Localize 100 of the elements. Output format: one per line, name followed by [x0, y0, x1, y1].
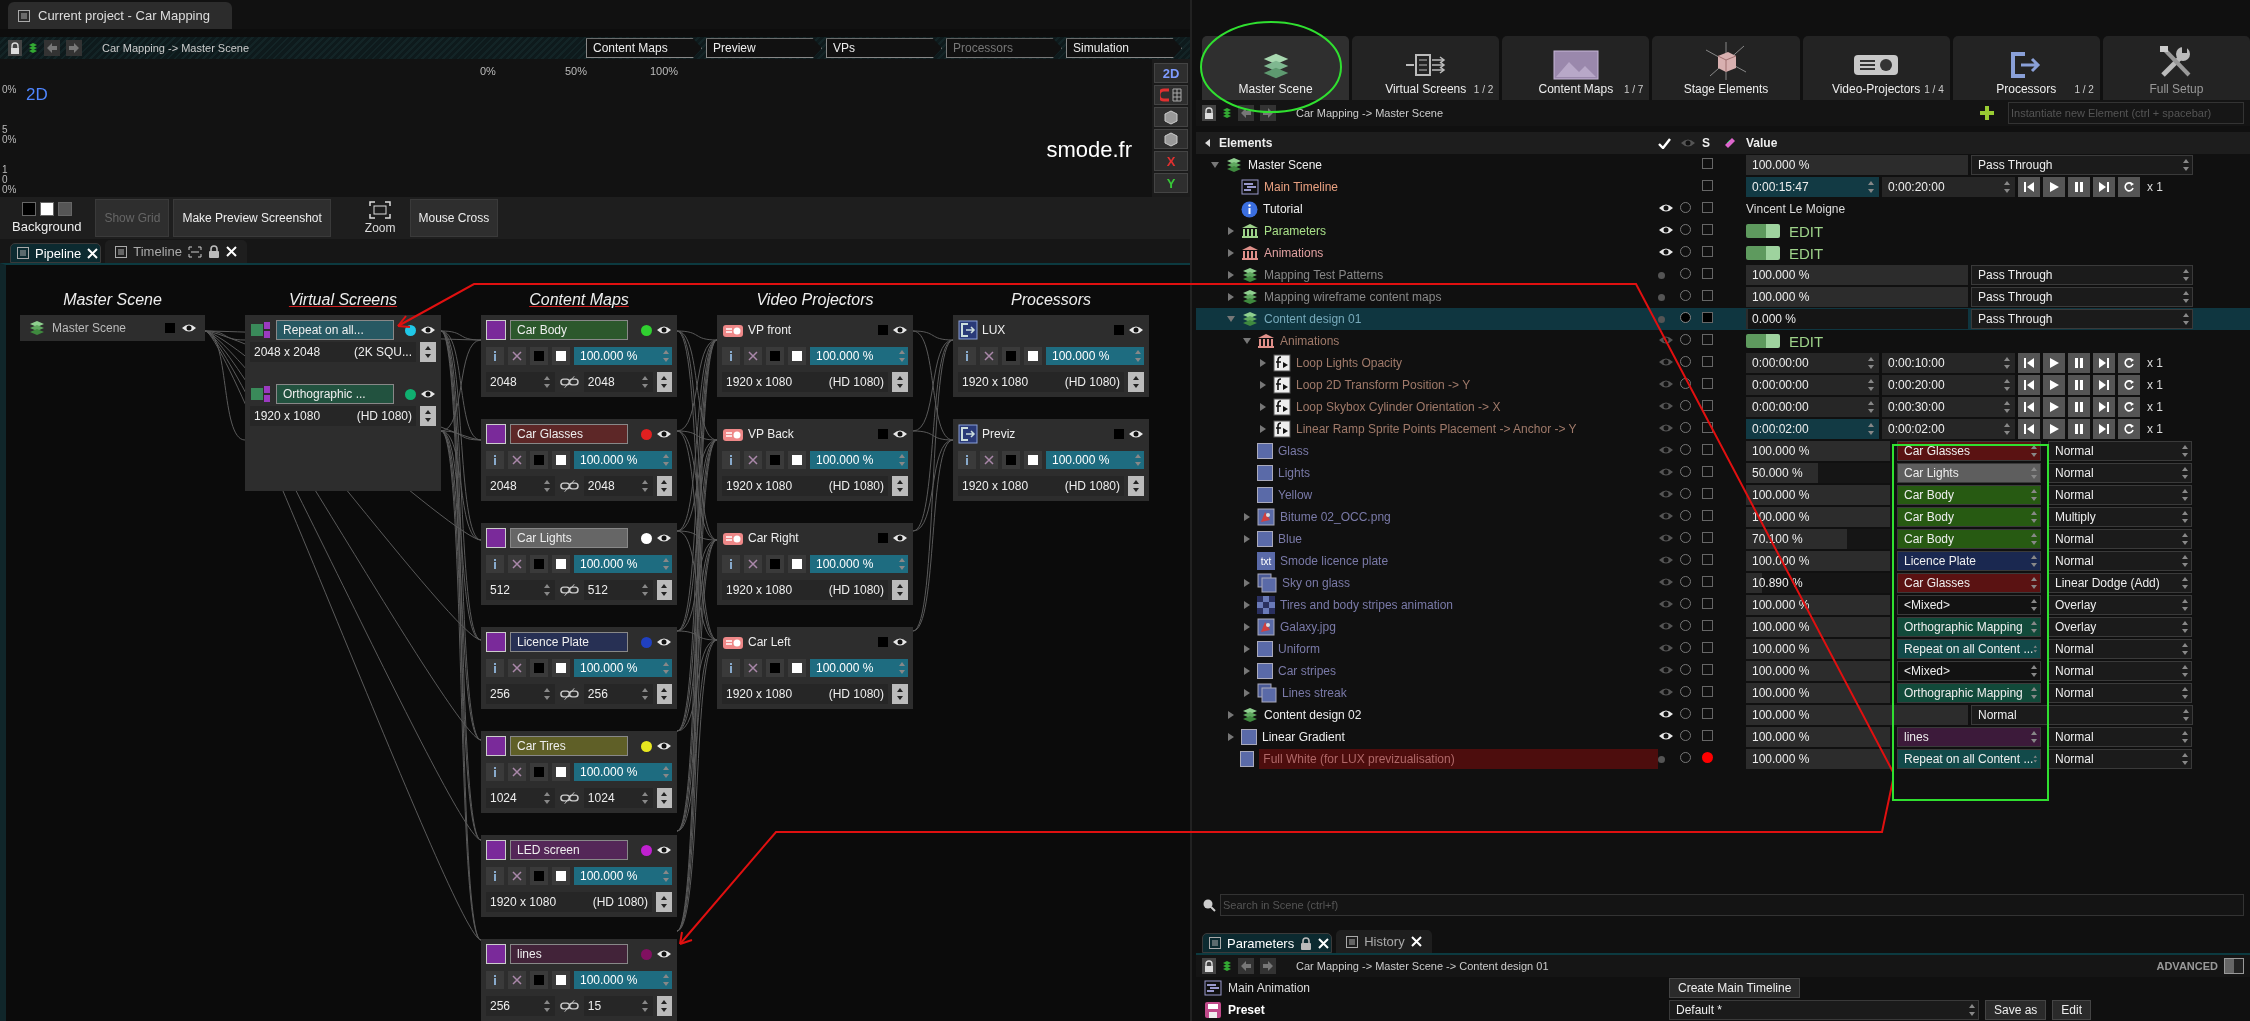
color-swatch[interactable]	[1002, 451, 1020, 469]
opacity-field[interactable]: 100.000 %	[574, 451, 672, 469]
skip-back-button[interactable]	[2018, 419, 2040, 439]
color-tag-box[interactable]	[1702, 246, 1713, 257]
dropdown-button[interactable]	[656, 476, 672, 496]
color-tag-box[interactable]	[1702, 642, 1713, 653]
eye-icon[interactable]	[892, 325, 908, 335]
lock-icon[interactable]	[8, 40, 22, 57]
node-title[interactable]: LED screen	[510, 840, 628, 860]
node-title[interactable]: Licence Plate	[510, 632, 628, 652]
blend-mode-dropdown[interactable]: Normal	[2048, 661, 2192, 681]
color-swatch[interactable]	[788, 659, 806, 677]
amount-slider[interactable]: 100.000 %	[1746, 287, 1968, 307]
expand-arrow-icon[interactable]	[1242, 578, 1252, 588]
processor-node[interactable]: LUX 100.000 % 1920 x 1080 (HD 1080)	[953, 315, 1149, 397]
skip-back-button[interactable]	[2018, 375, 2040, 395]
instantiate-field[interactable]: Instantiate new Element (ctrl + spacebar)	[2008, 102, 2244, 124]
width-field[interactable]: 256	[486, 996, 555, 1016]
element-name[interactable]: Lines streak	[1282, 686, 1347, 700]
collapse-arrow-icon[interactable]	[1242, 336, 1252, 346]
spinner-icon[interactable]	[2181, 620, 2189, 634]
element-name[interactable]: Content design 02	[1264, 708, 1362, 722]
advanced-toggle[interactable]	[2224, 958, 2244, 974]
map-dropdown[interactable]: Car Lights	[1897, 463, 2041, 483]
eye-icon[interactable]	[1658, 247, 1674, 257]
color-swatch[interactable]	[766, 555, 784, 573]
toggle-switch[interactable]	[1746, 246, 1780, 260]
amount-slider[interactable]: 100.000 %	[1746, 661, 1890, 681]
spinner-icon[interactable]	[542, 999, 551, 1013]
element-name[interactable]: Linear Gradient	[1262, 730, 1345, 744]
color-swatch[interactable]	[788, 555, 806, 573]
color-tag-box[interactable]	[1702, 686, 1713, 697]
edit-button[interactable]: EDIT	[1789, 244, 1824, 262]
element-name[interactable]: Main Timeline	[1264, 180, 1339, 194]
magnet-button[interactable]	[1154, 85, 1188, 106]
start-time-field[interactable]: 0:00:00:00	[1746, 375, 1879, 395]
color-swatch[interactable]	[788, 451, 806, 469]
map-dropdown[interactable]: Repeat on all Content ...	[1897, 639, 2041, 659]
element-name[interactable]: Mapping wireframe content maps	[1264, 290, 1442, 304]
amount-slider[interactable]: 100.000 %	[1746, 749, 1890, 769]
element-name[interactable]: Car stripes	[1278, 664, 1336, 678]
color-tag-box[interactable]	[1702, 356, 1713, 367]
close-icon[interactable]	[225, 246, 237, 257]
scene-tab[interactable]: Full Setup	[2102, 36, 2250, 100]
cube-button[interactable]	[1154, 107, 1188, 128]
amount-slider[interactable]: 100.000 %	[1746, 639, 1890, 659]
opacity-field[interactable]: 100.000 %	[574, 971, 672, 989]
content-map-node[interactable]: Car Glasses 100.000 % 2048 2048	[481, 419, 677, 501]
skip-forward-button[interactable]	[2093, 397, 2115, 417]
blend-mode-dropdown[interactable]: Normal	[2048, 485, 2192, 505]
spinner-icon[interactable]	[2003, 400, 2011, 414]
play-button[interactable]	[2043, 353, 2065, 373]
workflow-step[interactable]: VPs	[826, 38, 942, 59]
element-name[interactable]: Mapping Test Patterns	[1264, 268, 1384, 282]
expand-arrow-icon[interactable]	[1258, 380, 1268, 390]
resolution-field[interactable]: 1920 x 1080 (HD 1080)	[722, 476, 888, 496]
expand-arrow-icon[interactable]	[1242, 622, 1252, 632]
pause-button[interactable]	[2068, 419, 2090, 439]
resolution-field[interactable]: 1920 x 1080 (HD 1080)	[722, 684, 888, 704]
color-tag-box[interactable]	[1702, 664, 1713, 675]
lock-icon[interactable]	[1202, 958, 1216, 974]
cross-button[interactable]	[508, 867, 526, 885]
content-map-node[interactable]: LED screen 100.000 % 1920 x 1080 (HD 1080)	[481, 835, 677, 917]
projector-node[interactable]: Car Right 100.000 % 1920 x 1080 (HD 1080)	[717, 523, 913, 605]
color-tag-box[interactable]	[1702, 224, 1713, 235]
expand-arrow-icon[interactable]	[1258, 402, 1268, 412]
color-swatch[interactable]	[1024, 451, 1042, 469]
eye-icon[interactable]	[420, 325, 436, 335]
element-name[interactable]: Loop 2D Transform Position -> Y	[1296, 378, 1471, 392]
spinner-icon[interactable]	[640, 999, 649, 1013]
spinner-icon[interactable]	[2003, 378, 2011, 392]
skip-forward-button[interactable]	[2093, 419, 2115, 439]
scene-tab[interactable]: Stage Elements	[1652, 36, 1800, 100]
color-swatch[interactable]	[766, 659, 784, 677]
expand-arrow-icon[interactable]	[1242, 534, 1252, 544]
preview-viewport[interactable]: 0% 50% 100% 0% 50% 100% 2D smode.fr	[0, 59, 1152, 198]
eye-icon[interactable]	[892, 533, 908, 543]
spinner-icon[interactable]	[2181, 554, 2189, 568]
color-tag-box[interactable]	[1702, 576, 1713, 587]
map-dropdown[interactable]: <Mixed>	[1897, 661, 2041, 681]
color-tag-box[interactable]	[1702, 378, 1713, 389]
spinner-icon[interactable]	[542, 791, 551, 805]
color-swatch[interactable]	[21, 202, 36, 217]
eye-icon[interactable]	[656, 325, 672, 335]
amount-slider[interactable]: 100.000 %	[1746, 705, 1968, 725]
dropdown-button[interactable]	[656, 788, 672, 808]
expand-arrow-icon[interactable]	[1242, 666, 1252, 676]
color-swatch[interactable]	[530, 347, 548, 365]
start-time-field[interactable]: 0:00:00:00	[1746, 397, 1879, 417]
node-title[interactable]: Car Glasses	[510, 424, 628, 444]
create-timeline-button[interactable]: Create Main Timeline	[1669, 978, 1801, 998]
close-icon[interactable]	[1318, 937, 1330, 949]
scene-tab[interactable]: Content Maps 1 / 7	[1502, 36, 1650, 100]
element-name[interactable]: Smode licence plate	[1280, 554, 1389, 568]
map-dropdown[interactable]: Car Body	[1897, 485, 2041, 505]
resolution-field[interactable]: 1920 x 1080 (HD 1080)	[486, 892, 652, 912]
loop-button[interactable]	[2118, 397, 2140, 417]
opacity-field[interactable]: 100.000 %	[810, 347, 908, 365]
spinner-icon[interactable]	[2181, 532, 2189, 546]
expand-arrow-icon[interactable]	[1226, 226, 1236, 236]
